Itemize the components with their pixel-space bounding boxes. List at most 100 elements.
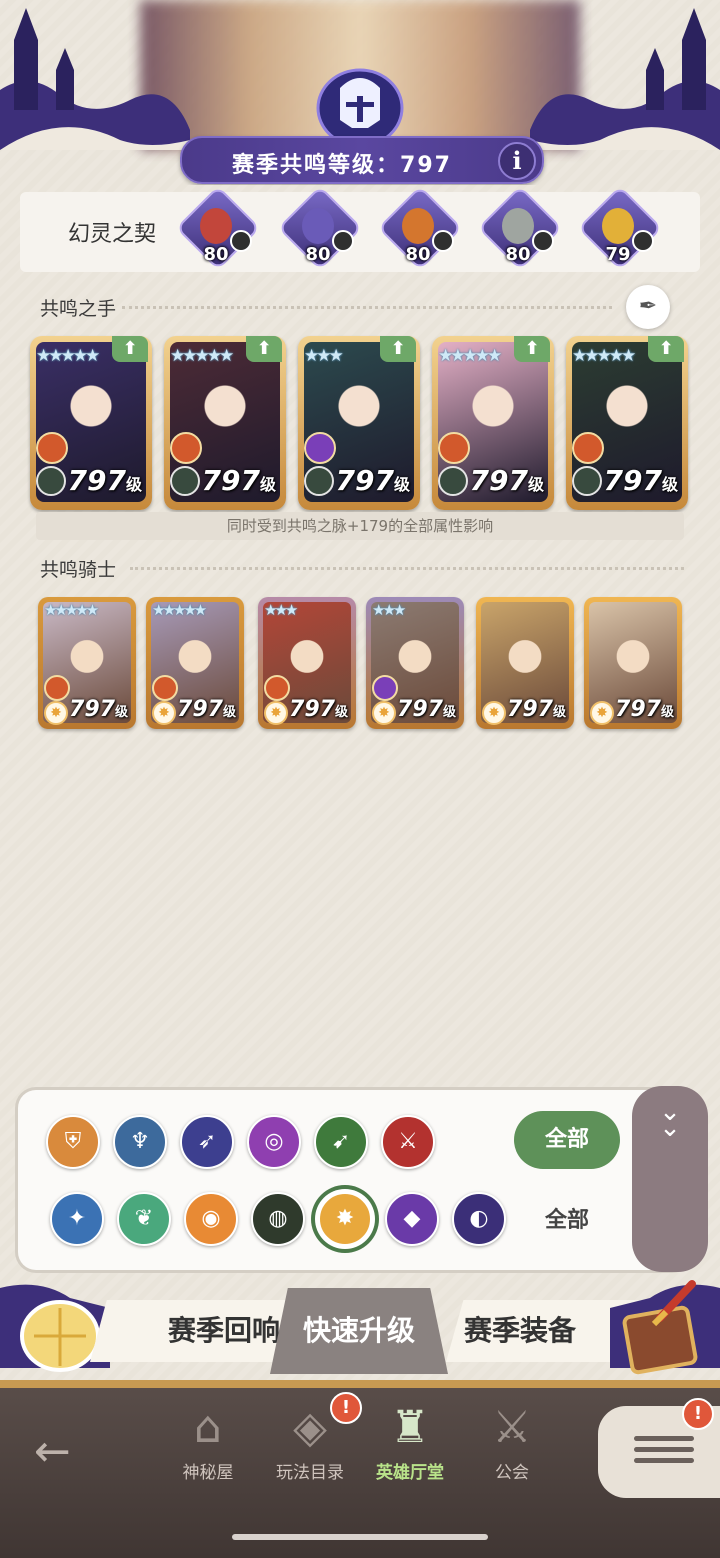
hero-faction-icon [482,675,504,697]
phantom-pet[interactable]: 80 [175,185,261,271]
resonance-hand-hero-card[interactable]: ★★★★★ ⬆ 797级 [30,336,152,510]
hero-stars: ★★★★★ [438,346,502,366]
hero-stars: ★★★★★ [152,601,207,619]
nav-label: 玩法目录 [276,1463,344,1483]
hero-faction-icon [372,675,398,701]
resonance-knight-hero-card[interactable]: ★★★★★ ✸ 797级 [146,597,244,729]
mystery-house-icon: ⌂ [194,1402,222,1453]
nav-gameplay-catalog[interactable]: ◈ 玩法目录 ! [260,1392,362,1498]
crossed-swords-icon: ⚔ [492,1402,532,1453]
gift-notification-badge: ! [330,1392,362,1424]
menu-notification-badge: ! [682,1398,714,1430]
main-menu-button[interactable]: ! [598,1398,720,1498]
resonance-knights-title: 共鸣骑士 [40,559,117,581]
hero-class-icon [572,466,602,496]
pet-level: 80 [405,244,431,265]
pet-level: 80 [505,244,531,265]
resonance-hand-hero-card[interactable]: ★★★★★ ⬆ 797级 [566,336,688,510]
resonance-knight-hero-card[interactable]: ★★★★★ ✸ 797级 [38,597,136,729]
upgrade-arrow-icon[interactable]: ⬆ [380,336,416,362]
dimensional-icon: ✸ [482,701,506,725]
ranger-class-icon[interactable]: ➶ [180,1115,234,1169]
hero-stars: ★★★ [372,601,406,619]
dimensional-icon: ✸ [152,701,176,725]
quick-upgrade-banner[interactable]: 快速升级 [270,1288,448,1374]
hero-faction-icon [304,432,336,464]
dimensional-faction-icon[interactable]: ✸ [318,1192,372,1246]
hypogean-faction-icon[interactable]: ◐ [452,1192,506,1246]
nav-mystery-house[interactable]: ⌂ 神秘屋 [158,1398,258,1498]
resonance-hand-hero-card[interactable]: ★★★★★ ⬆ 797级 [164,336,286,510]
phantom-pet[interactable]: 80 [277,185,363,271]
pet-level: 79 [605,244,631,265]
nav-label: 神秘屋 [182,1463,234,1483]
hero-stars: ★★★★★ [44,601,99,619]
hero-faction-icon [438,432,470,464]
upgrade-arrow-icon[interactable]: ⬆ [514,336,550,362]
pet-portrait [602,208,634,244]
forest-faction-icon[interactable]: ❦ [117,1192,171,1246]
graveborn-faction-icon[interactable]: ◆ [385,1192,439,1246]
hero-faction-icon [264,675,290,701]
lightbearer-faction-icon[interactable]: ◉ [184,1192,238,1246]
header: 赛季共鸣等级：797 i [0,0,720,185]
upgrade-arrow-icon[interactable]: ⬆ [112,336,148,362]
resonance-knight-hero-card[interactable]: ★★★ ✸ 797级 [366,597,464,729]
resonance-hand-hero-card[interactable]: ★★★★★ ⬆ 797级 [432,336,554,510]
mage-class-icon[interactable]: ♆ [113,1115,167,1169]
shield-class-icon[interactable]: ⛨ [46,1115,100,1169]
support-class-icon[interactable]: ◎ [247,1115,301,1169]
hero-faction-icon [170,432,202,464]
hero-class-icon [438,466,468,496]
nav-hero-hall[interactable]: ♜ 英雄厅堂 [360,1398,460,1498]
hero-level: 797级 [615,697,674,722]
hero-faction-icon [590,675,612,697]
hero-class-icon [304,466,334,496]
resonance-knight-hero-card[interactable]: ✸ 797级 [584,597,682,729]
resonance-knight-hero-card[interactable]: ✸ 797级 [476,597,574,729]
back-arrow-icon[interactable]: ← [34,1426,71,1477]
section-divider [122,306,612,309]
menu-lines-icon [634,1430,694,1469]
nav-label: 公会 [495,1463,529,1483]
mauler-faction-icon[interactable]: ◍ [251,1192,305,1246]
upgrade-arrow-icon[interactable]: ⬆ [648,336,684,362]
bottom-navigation: ← ⌂ 神秘屋 ◈ 玩法目录 ! ♜ 英雄厅堂 ⚔ 公会 ! [0,1380,720,1558]
phantom-pet[interactable]: 80 [377,185,463,271]
sword-chest-icon [610,1280,720,1375]
hero-faction-icon [36,432,68,464]
class-all-button[interactable]: 全部 [514,1111,620,1169]
hero-level: 797级 [67,464,142,497]
phantom-pet[interactable]: 79 [577,185,663,271]
celestial-faction-icon[interactable]: ✦ [50,1192,104,1246]
resonance-knight-hero-card[interactable]: ★★★ ✸ 797级 [258,597,356,729]
section-divider [130,567,684,570]
hero-level: 797级 [69,697,128,722]
hero-level: 797级 [177,697,236,722]
home-indicator [232,1534,488,1540]
castle-right-decoration [530,8,720,150]
hero-filter-panel: ⛨ ♆ ➶ ◎ ➹ ⚔ ✦ ❦ ◉ ◍ ✸ ◆ ◐ 全部 全部 [18,1090,690,1270]
phantom-pet[interactable]: 80 [477,185,563,271]
quill-edit-icon[interactable]: ✒ [626,285,670,329]
hero-level: 797级 [469,464,544,497]
dimensional-icon: ✸ [590,701,614,725]
resonance-hand-hero-card[interactable]: ★★★ ⬆ 797级 [298,336,420,510]
hero-faction-icon [572,432,604,464]
hero-level: 797级 [603,464,678,497]
warrior-class-icon[interactable]: ⚔ [381,1115,435,1169]
info-button[interactable]: i [498,142,536,180]
pet-portrait [200,208,232,244]
hero-level: 797级 [335,464,410,497]
hero-level: 797级 [289,697,348,722]
season-echo-banner[interactable]: 赛季回响 [90,1300,300,1362]
pet-portrait [302,208,334,244]
assassin-class-icon[interactable]: ➹ [314,1115,368,1169]
hero-faction-icon [152,675,178,701]
upgrade-arrow-icon[interactable]: ⬆ [246,336,282,362]
pet-portrait [502,208,534,244]
collapse-panel-button[interactable]: ⌄ ⌄ [632,1086,708,1272]
hero-faction-icon [44,675,70,701]
nav-guild[interactable]: ⚔ 公会 [462,1398,562,1498]
faction-all-button[interactable]: 全部 [514,1202,620,1234]
